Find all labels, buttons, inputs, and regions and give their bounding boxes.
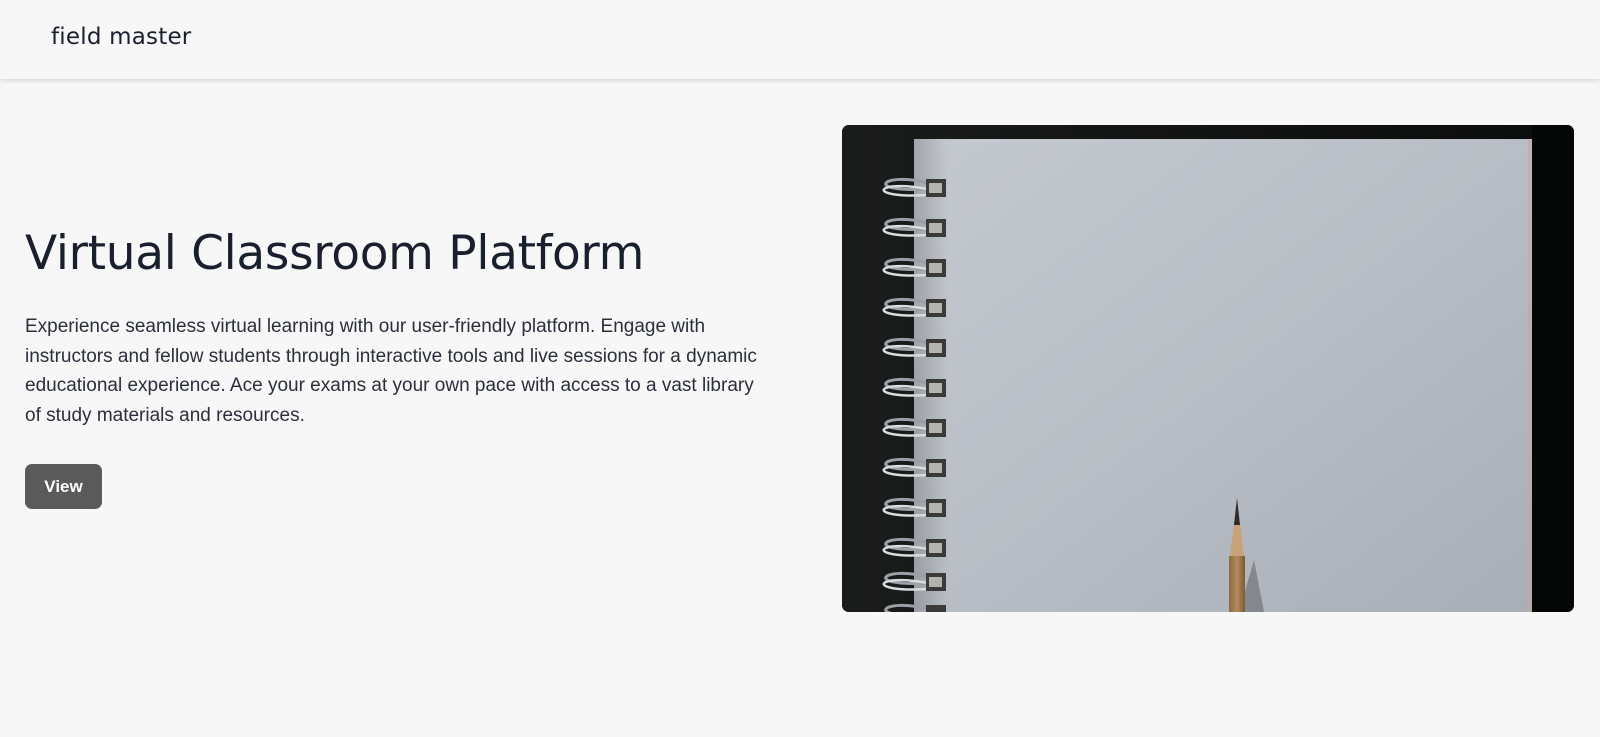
hero-description: Experience seamless virtual learning wit… <box>25 316 757 426</box>
view-button[interactable]: View <box>25 464 102 509</box>
top-navbar: field master <box>0 0 1600 79</box>
brand-logo-link[interactable]: field master <box>51 24 191 50</box>
hero-title: Virtual Classroom Platform <box>25 226 645 281</box>
hero-image <box>842 125 1574 612</box>
notebook-pencil-illustration <box>842 125 1574 612</box>
